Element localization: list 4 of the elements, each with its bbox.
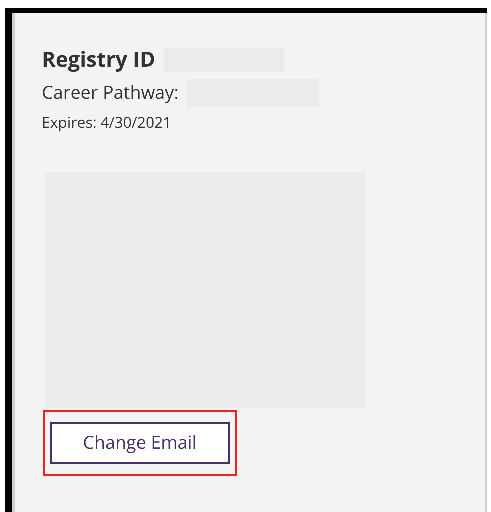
pathway-label: Career Pathway: [42,84,179,102]
registry-label: Registry ID [42,50,156,70]
expires-text: Expires: 4/30/2021 [42,116,172,130]
change-email-button[interactable]: Change Email [50,422,230,464]
